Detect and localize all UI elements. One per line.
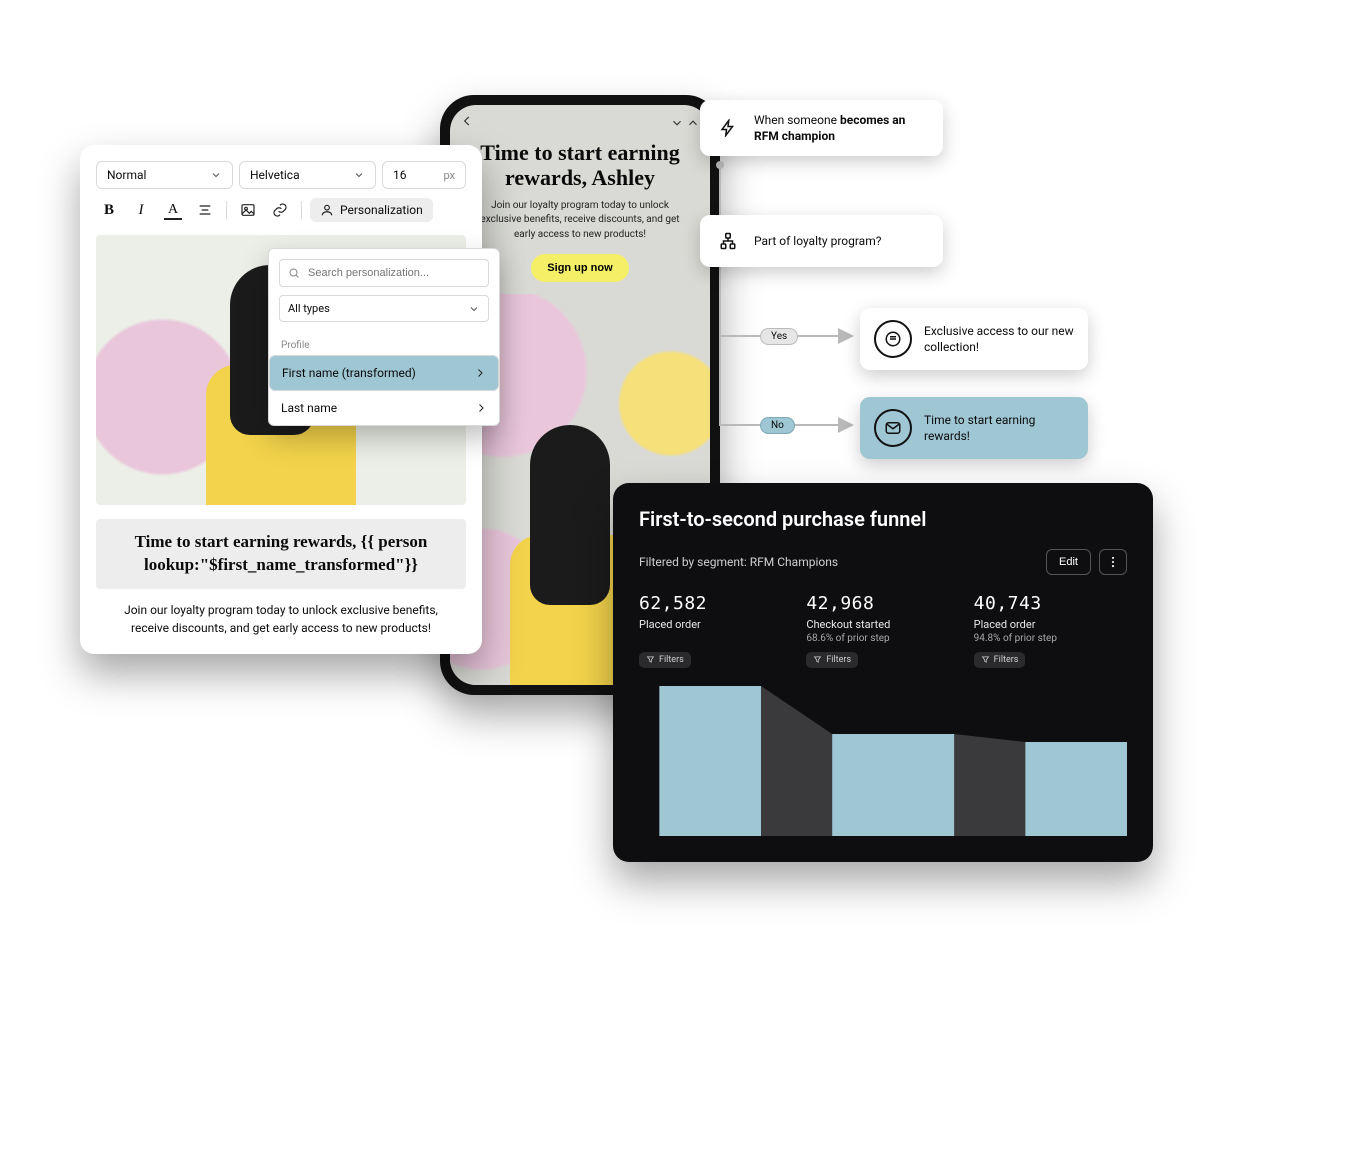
personalization-option[interactable]: Last name (269, 391, 499, 425)
flow-trigger-text: When someone (754, 113, 840, 127)
funnel-step-value: 40,743 (974, 593, 1127, 614)
funnel-step-value: 42,968 (806, 593, 959, 614)
signup-button[interactable]: Sign up now (531, 254, 628, 282)
funnel-step-label: Placed order (639, 618, 792, 631)
phone-headline: Time to start earning rewards, Ashley (472, 140, 688, 191)
personalization-types-select[interactable]: All types (279, 295, 489, 322)
font-select-value: Helvetica (250, 168, 300, 182)
personalization-label: Personalization (340, 203, 423, 217)
funnel-step: 40,743 Placed order 94.8% of prior step … (974, 593, 1127, 668)
personalization-panel: All types Profile First name (transforme… (268, 248, 500, 426)
personalization-types-value: All types (288, 302, 330, 315)
personalization-search[interactable] (279, 259, 489, 287)
filters-chip[interactable]: Filters (806, 652, 858, 668)
font-select[interactable]: Helvetica (239, 161, 376, 189)
chat-icon (874, 320, 912, 358)
funnel-step-label: Placed order (974, 618, 1127, 631)
phone-body: Join our loyalty program today to unlock… (472, 199, 688, 243)
flow-canvas: When someone becomes an RFM champion Par… (700, 100, 1100, 480)
flow-message-no[interactable]: Time to start earning rewards! (860, 397, 1088, 459)
funnel-step: 42,968 Checkout started 68.6% of prior s… (806, 593, 959, 668)
personalization-search-input[interactable] (306, 266, 480, 280)
funnel-step-pct: 68.6% of prior step (806, 633, 959, 645)
text-color-button[interactable]: A (160, 197, 186, 223)
funnel-step-pct (639, 633, 792, 645)
funnel-step-value: 62,582 (639, 593, 792, 614)
fontsize-value: 16 (393, 168, 407, 182)
editor-headline[interactable]: Time to start earning rewards, {{ person… (96, 519, 466, 589)
flow-condition-node[interactable]: Part of loyalty program? (700, 215, 943, 267)
fontsize-input[interactable]: 16 px (382, 161, 466, 189)
separator (301, 201, 302, 219)
editor-toolbar: B I A Personalization (96, 197, 466, 223)
flow-message-yes[interactable]: Exclusive access to our new collection! (860, 308, 1088, 370)
flow-condition-text: Part of loyalty program? (754, 233, 881, 249)
funnel-title: First-to-second purchase funnel (639, 507, 1127, 531)
flow-no-pill: No (760, 417, 795, 434)
style-select-value: Normal (107, 168, 146, 182)
editor-body[interactable]: Join our loyalty program today to unlock… (104, 601, 458, 638)
fontsize-unit: px (443, 169, 455, 182)
flow-message-yes-text: Exclusive access to our new collection! (924, 323, 1074, 355)
image-button[interactable] (235, 197, 261, 223)
funnel-step: 62,582 Placed order Filters (639, 593, 792, 668)
flow-trigger-node[interactable]: When someone becomes an RFM champion (700, 100, 943, 156)
flow-message-no-text: Time to start earning rewards! (924, 412, 1074, 444)
mail-icon (874, 409, 912, 447)
personalization-option-label: Last name (281, 401, 337, 415)
style-select[interactable]: Normal (96, 161, 233, 189)
back-icon[interactable] (460, 113, 474, 132)
link-button[interactable] (267, 197, 293, 223)
personalization-group-label: Profile (269, 332, 499, 355)
chevron-down-up-icon[interactable] (670, 116, 700, 130)
branch-icon (714, 227, 742, 255)
personalization-option[interactable]: First name (transformed) (269, 355, 499, 391)
italic-button[interactable]: I (128, 197, 154, 223)
flow-yes-pill: Yes (760, 328, 798, 345)
funnel-card: First-to-second purchase funnel Filtered… (613, 483, 1153, 862)
funnel-filter-label: Filtered by segment: RFM Champions (639, 555, 838, 569)
filters-chip[interactable]: Filters (639, 652, 691, 668)
personalization-button[interactable]: Personalization (310, 198, 433, 222)
filters-chip-label: Filters (826, 655, 851, 665)
funnel-chart (639, 686, 1127, 836)
bold-button[interactable]: B (96, 197, 122, 223)
filters-chip[interactable]: Filters (974, 652, 1026, 668)
separator (226, 201, 227, 219)
funnel-step-label: Checkout started (806, 618, 959, 631)
edit-button[interactable]: Edit (1046, 549, 1091, 575)
funnel-step-pct: 94.8% of prior step (974, 633, 1127, 645)
filters-chip-label: Filters (659, 655, 684, 665)
lightning-icon (714, 114, 742, 142)
personalization-option-label: First name (transformed) (282, 366, 416, 380)
more-button[interactable] (1099, 549, 1127, 575)
filters-chip-label: Filters (994, 655, 1019, 665)
align-button[interactable] (192, 197, 218, 223)
